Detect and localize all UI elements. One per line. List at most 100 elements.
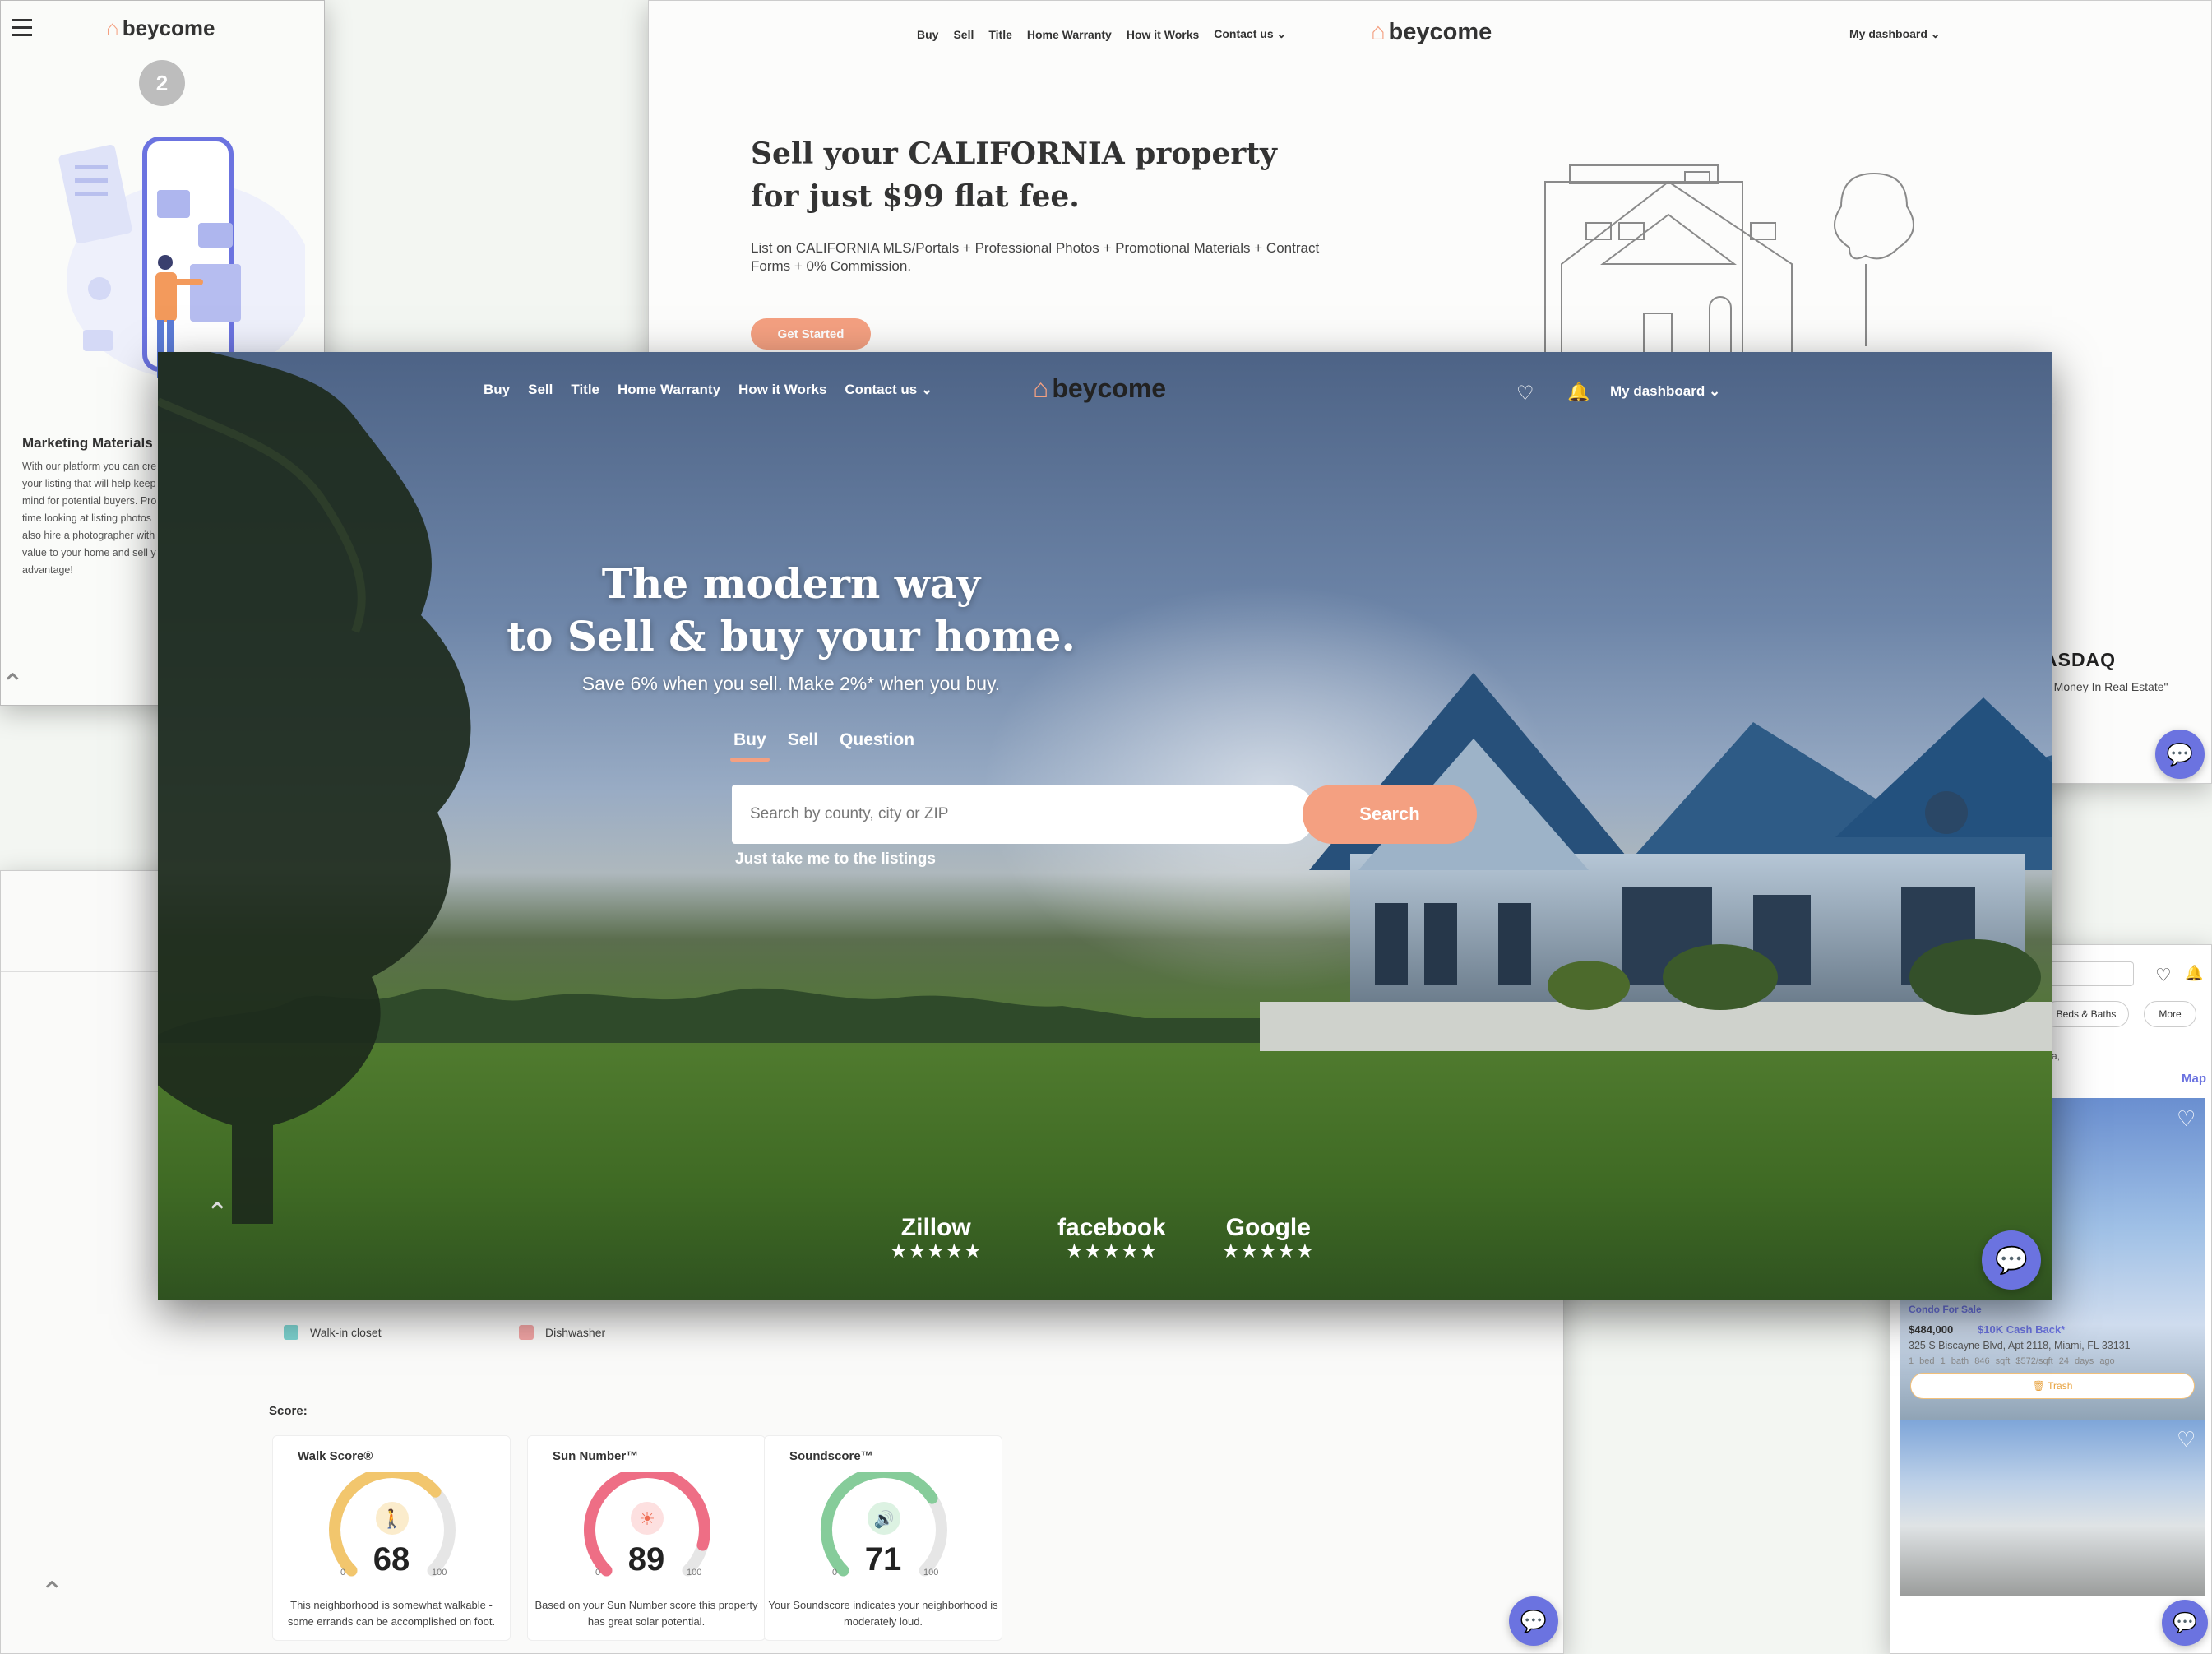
sun-icon: ☀: [639, 1508, 655, 1529]
gauge-max: 100: [432, 1568, 447, 1578]
get-started-button[interactable]: Get Started: [751, 318, 871, 350]
logo-text: beycome: [1388, 19, 1492, 45]
feature-dishwasher: Dishwasher: [519, 1325, 605, 1340]
step-number-badge: 2: [139, 60, 185, 106]
dishwasher-icon: [519, 1325, 534, 1340]
listing-address[interactable]: 325 S Biscayne Blvd, Apt 2118, Miami, FL…: [1909, 1340, 2131, 1351]
nav-sell[interactable]: Sell: [528, 382, 553, 398]
house-logo-icon: ⌂: [1371, 19, 1386, 45]
headline-line-2: to Sell & buy your home.: [507, 612, 1076, 660]
favorite-heart-icon[interactable]: ♡: [2177, 1106, 2196, 1132]
chevron-down-icon: ⌄: [1276, 27, 1287, 40]
search-button[interactable]: Search: [1303, 785, 1477, 844]
trash-icon: 🗑: [2032, 1380, 2045, 1392]
house-logo-icon: ⌂: [106, 16, 119, 40]
filter-more[interactable]: More: [2144, 1001, 2196, 1027]
facebook-logo: facebook: [1057, 1214, 1166, 1241]
listing-meta: 1 bed 1 bath 846 sqft $572/sqft 24 days …: [1909, 1356, 2115, 1366]
chevron-down-icon: ⌄: [920, 382, 933, 397]
score-description: Your Soundscore indicates your neighborh…: [768, 1599, 998, 1628]
listings-link[interactable]: Just take me to the listings: [735, 850, 936, 869]
score-title: Sun Number™: [553, 1449, 639, 1463]
nav-how-it-works[interactable]: How it Works: [1127, 28, 1199, 41]
nav-home-warranty[interactable]: Home Warranty: [1027, 28, 1112, 41]
soundscore-card: Soundscore™ 🔊 71 0 100 Your Soundscore i…: [764, 1435, 1002, 1641]
section-title: Marketing Materials: [22, 435, 153, 451]
map-link[interactable]: Map: [2182, 1072, 2206, 1086]
favorite-heart-icon[interactable]: ♡: [2177, 1427, 2196, 1452]
logo[interactable]: ⌂ beycome: [1033, 373, 1166, 404]
bell-icon[interactable]: 🔔: [2185, 965, 2203, 982]
tab-question[interactable]: Question: [840, 730, 914, 762]
tab-buy[interactable]: Buy: [730, 730, 770, 762]
nav-title[interactable]: Title: [988, 28, 1012, 41]
pine-tree: [158, 352, 471, 1224]
facebook-rating: facebook ★★★★★: [1057, 1214, 1166, 1262]
listing-cashback: $10K Cash Back*: [1978, 1323, 2066, 1336]
search-input[interactable]: [750, 785, 1293, 844]
nav-contact-us[interactable]: Contact us ⌄: [1214, 27, 1286, 41]
nav-buy[interactable]: Buy: [484, 382, 510, 398]
sun-number-card: Sun Number™ ☀ 89 0 100 Based on your Sun…: [527, 1435, 766, 1641]
nav-home-warranty[interactable]: Home Warranty: [618, 382, 720, 398]
main-nav: Buy Sell Title Home Warranty How it Work…: [484, 382, 932, 398]
score-title: Soundscore™: [789, 1449, 873, 1463]
sell-headline: Sell your CALIFORNIA property for just $…: [751, 137, 1277, 214]
feature-walk-in-closet: Walk-in closet: [284, 1325, 382, 1340]
zillow-logo: Zillow: [900, 1214, 971, 1241]
trash-button[interactable]: 🗑 Trash: [1910, 1373, 2195, 1399]
nav-title[interactable]: Title: [571, 382, 599, 398]
sell-subtext: List on CALIFORNIA MLS/Portals + Profess…: [751, 240, 1320, 274]
google-stars: ★★★★★: [1222, 1240, 1315, 1263]
logo-text: beycome: [1052, 373, 1167, 403]
walk-score-card: Walk Score® 🚶 68 0 100 This neighborhood…: [272, 1435, 511, 1641]
walk-icon: 🚶: [381, 1508, 403, 1529]
facebook-stars: ★★★★★: [1065, 1240, 1159, 1263]
chat-bubble-icon[interactable]: 💬: [2162, 1600, 2208, 1646]
gauge-max: 100: [923, 1568, 939, 1578]
logo[interactable]: ⌂ beycome: [106, 16, 215, 41]
scroll-top-chevrons-icon[interactable]: ⌃: [40, 1578, 64, 1606]
score-description: Based on your Sun Number score this prop…: [534, 1599, 758, 1628]
house-logo-icon: ⌂: [1033, 373, 1049, 403]
filter-beds-baths[interactable]: Beds & Baths: [2043, 1001, 2129, 1027]
chevron-down-icon: ⌄: [1708, 383, 1721, 399]
scroll-top-chevrons-icon[interactable]: ⌃: [1, 670, 25, 698]
scroll-top-chevrons-icon[interactable]: ⌃: [206, 1199, 229, 1227]
heart-icon[interactable]: ♡: [1516, 382, 1534, 405]
google-logo: Google: [1225, 1214, 1311, 1241]
chat-bubble-icon[interactable]: 💬: [2155, 730, 2205, 779]
sell-page-nav: Buy Sell Title Home Warranty How it Work…: [917, 27, 1286, 41]
my-dashboard-menu[interactable]: My dashboard ⌄: [1610, 383, 1720, 400]
chat-bubble-icon[interactable]: 💬: [1509, 1596, 1558, 1646]
nav-how-it-works[interactable]: How it Works: [738, 382, 826, 398]
my-dashboard-menu[interactable]: My dashboard ⌄: [1849, 27, 1941, 41]
gauge-min: 0: [340, 1568, 346, 1578]
gauge-min: 0: [832, 1568, 838, 1578]
nav-sell[interactable]: Sell: [953, 28, 974, 41]
gauge-min: 0: [595, 1568, 601, 1578]
hero-headline: The modern way to Sell & buy your home.: [158, 558, 1424, 663]
heart-icon[interactable]: ♡: [2155, 965, 2172, 986]
hamburger-menu-icon[interactable]: [12, 19, 32, 41]
listing-photo[interactable]: [1900, 1420, 2205, 1596]
bell-icon[interactable]: 🔔: [1567, 382, 1590, 403]
closet-icon: [284, 1325, 298, 1340]
score-description: This neighborhood is somewhat walkable -…: [287, 1599, 496, 1628]
chat-bubble-icon[interactable]: 💬: [1982, 1230, 2041, 1290]
tab-sell[interactable]: Sell: [788, 730, 818, 762]
sun-number-value: 89: [627, 1541, 665, 1578]
zillow-stars: ★★★★★: [890, 1240, 983, 1263]
score-label: Score:: [269, 1404, 308, 1418]
listing-tag: Condo For Sale: [1909, 1304, 1982, 1315]
nasdaq-press-logo: ASDAQ: [2043, 649, 2117, 670]
headline-line-1: The modern way: [601, 559, 981, 608]
logo-text: beycome: [122, 16, 215, 40]
nav-buy[interactable]: Buy: [917, 28, 938, 41]
nav-contact-us[interactable]: Contact us ⌄: [845, 382, 932, 398]
search-bar: [732, 785, 1316, 844]
speaker-icon: 🔊: [874, 1509, 895, 1529]
logo[interactable]: ⌂ beycome: [1371, 19, 1492, 46]
section-body: With our platform you can cre your listi…: [22, 461, 157, 576]
zillow-rating: Zillow ★★★★★: [890, 1214, 983, 1262]
